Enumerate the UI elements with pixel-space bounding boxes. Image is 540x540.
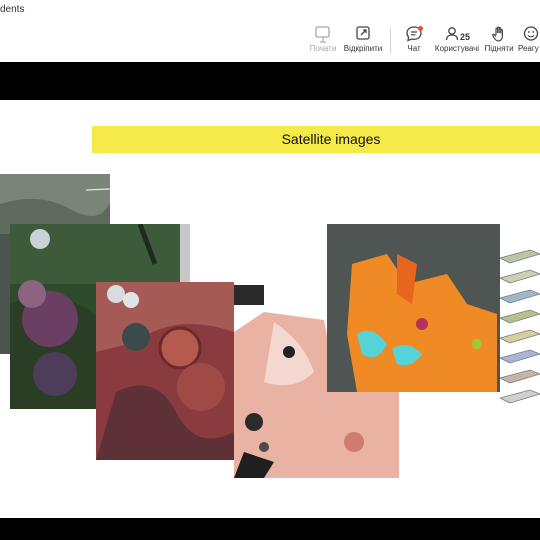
smiley-icon [523,26,539,41]
start-button[interactable]: Почати [308,24,338,58]
satellite-image-landcover-orange [327,224,500,392]
shared-slide: Satellite images [0,100,540,518]
satellite-image-forest-red [96,282,234,460]
present-icon [315,26,330,43]
raise-hand-label: Підняти [484,44,514,53]
react-label: Реагу [518,44,539,53]
satellite-layer-stack [500,249,540,404]
chat-label: Чат [407,44,421,53]
users-button[interactable]: 25 Користувачі [434,24,480,58]
chat-button[interactable]: Чат [402,24,426,58]
unpin-button[interactable]: Відкріпити [342,24,384,58]
unpin-label: Відкріпити [343,44,383,53]
meeting-toolbar: Почати Відкріпити Чат 25 Користувачі Під… [0,20,540,62]
slide-title: Satellite images [281,131,381,147]
toolbar-separator [390,28,391,54]
window-title-bar: dents [0,0,540,21]
users-label: Користувачі [434,44,480,53]
start-label: Почати [309,44,337,53]
raise-hand-button[interactable]: Підняти [484,24,514,58]
users-count: 25 [460,32,471,42]
raise-hand-icon [492,26,503,42]
unpin-icon [356,26,370,40]
window-title: dents [0,4,25,15]
chat-notification-dot [418,26,423,31]
react-button[interactable]: Реагу [518,24,540,58]
satellite-image-dark-strip [234,285,264,305]
